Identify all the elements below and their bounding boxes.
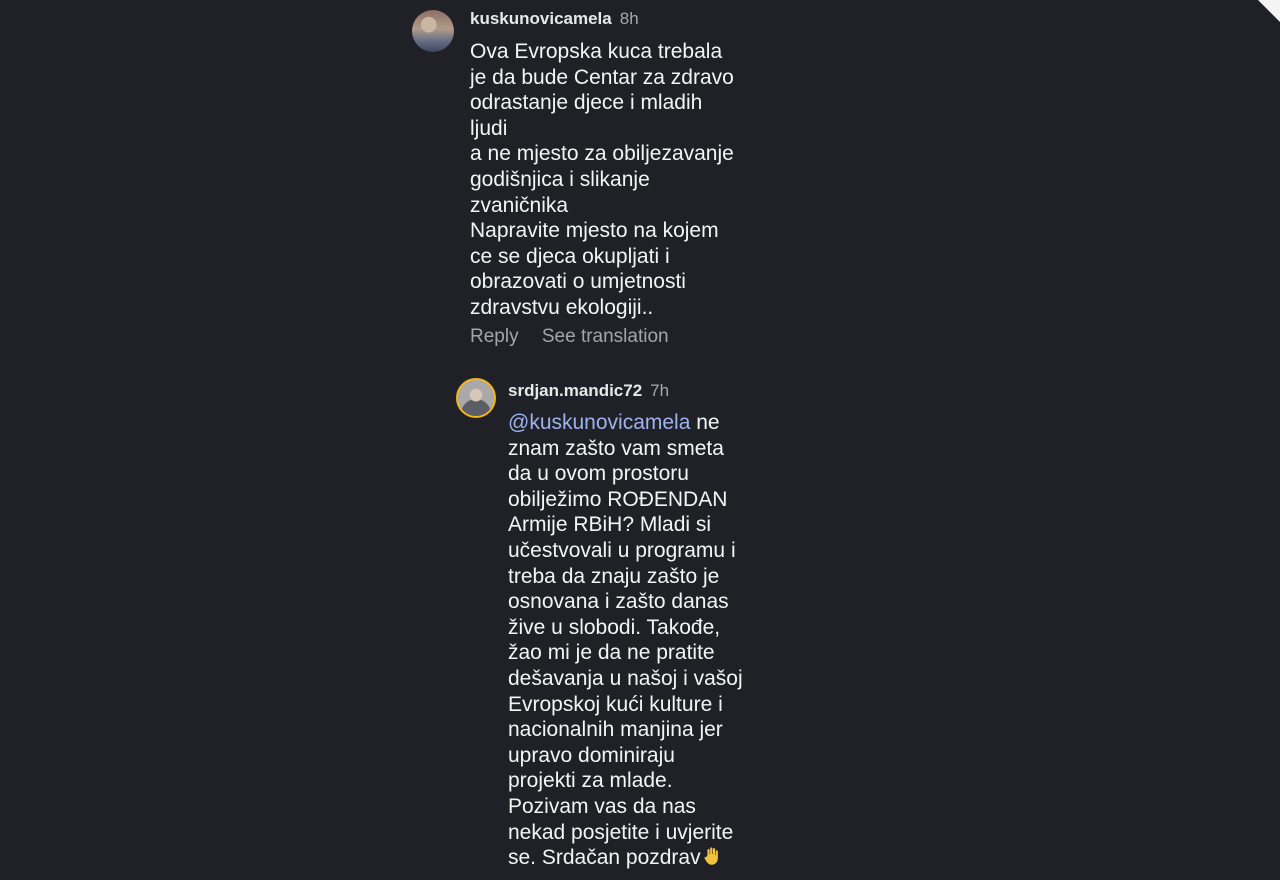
comment-line: je da bude Centar za zdravo	[470, 65, 734, 89]
comment-line: ce se djeca okupljati i	[470, 244, 670, 268]
comment-header: kuskunovicamela 8h	[470, 8, 639, 30]
comment-header: srdjan.mandic72 7h	[508, 380, 669, 402]
comment-fragment: ne	[690, 411, 720, 434]
see-translation-button[interactable]: See translation	[542, 326, 669, 347]
comment-text: @kuskunovicamela ne znam zašto vam smeta…	[508, 410, 743, 871]
comment-line: obrazovati o umjetnosti	[470, 270, 686, 294]
comment-line: osnovana i zašto danas	[508, 590, 729, 614]
comment-line: Napravite mjesto na kojem	[470, 219, 719, 243]
comment-line: odrastanje djece i mladih	[470, 91, 703, 115]
comment-line: zdravstvu ekologiji..	[470, 295, 654, 319]
timestamp: 8h	[619, 9, 639, 28]
comment-line: treba da znaju zašto je	[508, 564, 720, 588]
reply-button[interactable]: Reply	[470, 326, 519, 347]
comment-line: godišnjica i slikanje	[470, 167, 650, 191]
comment-line: upravo dominiraju	[508, 743, 675, 767]
comment-line: obilježimo ROĐENDAN	[508, 487, 728, 511]
waving-hand-icon	[704, 847, 718, 865]
comment-line: znam zašto vam smeta	[508, 436, 724, 460]
comment-line: nekad posjetite i uvjerite	[508, 820, 734, 844]
comment-line: Armije RBiH? Mladi si	[508, 513, 712, 537]
mention-link[interactable]: @kuskunovicamela	[508, 411, 690, 434]
comment-text: Ova Evropska kuca trebala je da bude Cen…	[470, 39, 734, 321]
timestamp: 7h	[650, 381, 670, 400]
username[interactable]: srdjan.mandic72	[508, 381, 642, 400]
comment-line: zvaničnika	[470, 193, 569, 217]
comment-line: @kuskunovicamela ne	[508, 410, 743, 436]
comment-line: da u ovom prostoru	[508, 462, 689, 486]
comment-line: dešavanja u našoj i vašoj	[508, 666, 743, 690]
comment-line: a ne mjesto za obiljezavanje	[470, 142, 734, 166]
username[interactable]: kuskunovicamela	[470, 9, 612, 28]
page-corner	[1258, 0, 1280, 22]
comment-fragment: se. Srdačan pozdrav	[508, 846, 701, 870]
comment-actions: Reply See translation	[470, 326, 687, 348]
comment-line: se. Srdačan pozdrav	[508, 845, 743, 871]
comment-line: Evropskoj kući kulture i	[508, 692, 723, 716]
comment-line: žive u slobodi. Takođe,	[508, 615, 721, 639]
comment-line: ljudi	[470, 116, 508, 140]
comment-line: nacionalnih manjina jer	[508, 718, 723, 742]
avatar[interactable]	[412, 10, 454, 52]
comment-line: Pozivam vas da nas	[508, 794, 696, 818]
comment-line: žao mi je da ne pratite	[508, 641, 715, 665]
comment-line: učestvovali u programu i	[508, 538, 736, 562]
comment-line: projekti za mlade.	[508, 769, 673, 793]
comment-line: Ova Evropska kuca trebala	[470, 40, 723, 63]
avatar[interactable]	[456, 378, 496, 418]
